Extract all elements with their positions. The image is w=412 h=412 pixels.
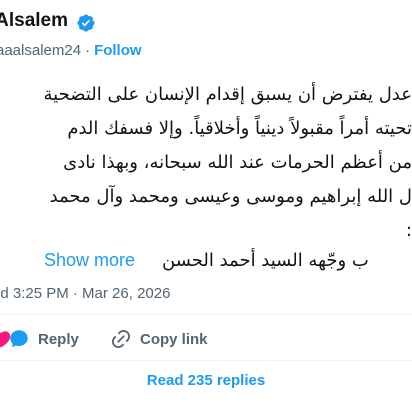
tweet-line: : — [405, 220, 412, 241]
author-name[interactable]: a Alsalem — [0, 10, 68, 32]
handle-row: aaalsalem24 · Follow — [0, 42, 142, 59]
reply-button[interactable]: Reply — [8, 328, 79, 350]
tweet-line: من أعظم الحرمات عند الله سبحانه، وبهذا ن… — [63, 152, 412, 173]
tweet-line: تحيته أمراً مقبولاً دينياً وأخلاقياً. وإ… — [67, 118, 412, 139]
divider — [0, 360, 412, 361]
link-icon — [111, 329, 131, 349]
tweet-text: عدل يفترض أن يسبق إقدام الإنسان على التض… — [0, 78, 412, 248]
tweet-line-tail: ب وجّهه السيد أحمد الحسن — [162, 250, 369, 271]
show-more-link[interactable]: Show more — [44, 250, 135, 271]
reply-label: Reply — [38, 330, 79, 348]
author-handle[interactable]: aaalsalem24 — [0, 42, 81, 59]
reply-icon — [10, 330, 28, 348]
copy-link-button[interactable]: Copy link — [110, 328, 208, 350]
follow-button[interactable]: Follow — [94, 42, 142, 59]
tweet-line: عدل يفترض أن يسبق إقدام الإنسان على التض… — [43, 84, 412, 105]
verified-badge-icon — [77, 14, 95, 32]
copy-link-label: Copy link — [140, 330, 208, 348]
read-replies-link[interactable]: Read 235 replies — [0, 372, 412, 389]
separator-dot: · — [85, 42, 91, 59]
tweet-line: ل الله إبراهيم وموسى وعيسى ومحمد وآل محم… — [49, 186, 412, 207]
divider — [0, 314, 412, 315]
tweet-timestamp[interactable]: ed 3:25 PM · Mar 26, 2026 — [0, 285, 170, 302]
tweet-actions: Reply Copy link — [0, 320, 412, 360]
tweet-header: a Alsalem aaalsalem24·Follow — [0, 0, 412, 70]
